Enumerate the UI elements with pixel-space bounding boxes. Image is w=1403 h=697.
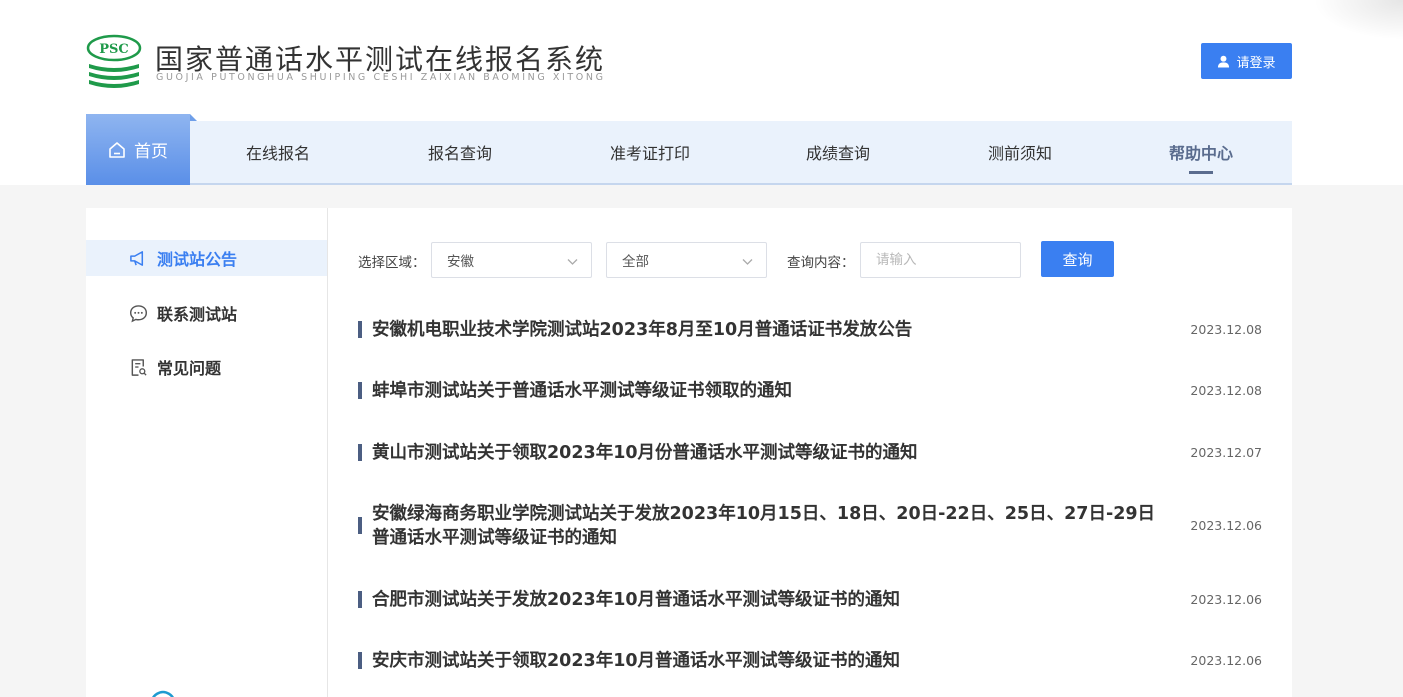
site-subtitle: GUOJIA PUTONGHUA SHUIPING CESHI ZAIXIAN …	[156, 72, 606, 83]
psc-logo[interactable]: PSC	[86, 34, 142, 90]
query-label: 查询内容：	[787, 255, 855, 271]
chat-bubble-icon	[129, 304, 148, 322]
news-title-line-2[interactable]: 普通话水平测试等级证书的通知	[372, 526, 1172, 550]
login-label: 请登录	[1236, 55, 1276, 71]
logo-text: PSC	[99, 42, 129, 57]
nav-online-registration[interactable]: 在线报名	[218, 121, 338, 183]
query-button[interactable]: 查询	[1041, 241, 1114, 277]
nav-registration-query[interactable]: 报名查询	[400, 121, 520, 183]
news-date: 2023.12.06	[1190, 518, 1262, 533]
news-title[interactable]: 合肥市测试站关于发放2023年10月普通话水平测试等级证书的通知	[372, 588, 1172, 612]
news-date: 2023.12.08	[1190, 383, 1262, 398]
news-title[interactable]: 安庆市测试站关于领取2023年10月普通话水平测试等级证书的通知	[372, 649, 1172, 673]
region-label: 选择区域：	[358, 255, 426, 271]
sidebar-item-contact[interactable]: 联系测试站	[86, 295, 327, 331]
news-title-line-1[interactable]: 安徽绿海商务职业学院测试站关于发放2023年10月15日、18日、20日-22日…	[372, 502, 1182, 526]
sub-region-select-value: 全部	[622, 254, 649, 270]
login-button[interactable]: 请登录	[1201, 43, 1292, 79]
sidebar-item-faq[interactable]: 常见问题	[86, 349, 327, 385]
news-date: 2023.12.06	[1190, 592, 1262, 607]
user-icon	[1218, 55, 1230, 68]
nav-home-label: 首页	[134, 142, 168, 162]
content-card: 测试站公告 联系测试站 常见问题 选择区域： 安徽 全部 查询内容： 请输入 查…	[86, 208, 1292, 697]
list-item[interactable]: 蚌埠市测试站关于普通话水平测试等级证书领取的通知 2023.12.08	[358, 379, 1262, 403]
news-date: 2023.12.06	[1190, 653, 1262, 668]
list-item[interactable]: 黄山市测试站关于领取2023年10月份普通话水平测试等级证书的通知 2023.1…	[358, 441, 1262, 465]
sidebar: 测试站公告 联系测试站 常见问题	[86, 208, 328, 697]
chevron-down-icon	[567, 259, 578, 265]
list-item[interactable]: 安徽机电职业技术学院测试站2023年8月至10月普通话证书发放公告 2023.1…	[358, 318, 1262, 342]
home-icon	[109, 141, 125, 158]
list-item[interactable]: 合肥市测试站关于发放2023年10月普通话水平测试等级证书的通知 2023.12…	[358, 588, 1262, 612]
nav-admission-ticket[interactable]: 准考证打印	[580, 121, 720, 183]
list-item-marker	[358, 591, 362, 608]
nav-pre-test-notice[interactable]: 测前须知	[960, 121, 1080, 183]
news-title[interactable]: 蚌埠市测试站关于普通话水平测试等级证书领取的通知	[372, 379, 1172, 403]
list-item-marker	[358, 652, 362, 669]
megaphone-icon	[130, 250, 144, 266]
sidebar-item-label: 联系测试站	[157, 305, 238, 324]
partial-icon	[152, 690, 174, 697]
region-select-value: 安徽	[447, 254, 474, 270]
sidebar-item-label: 常见问题	[157, 359, 222, 378]
main-nav: 首页 在线报名 报名查询 准考证打印 成绩查询 测前须知 帮助中心	[86, 114, 1292, 185]
document-search-icon	[131, 358, 147, 376]
news-date: 2023.12.08	[1190, 322, 1262, 337]
nav-home[interactable]: 首页	[86, 114, 197, 185]
sidebar-item-announcements[interactable]: 测试站公告	[86, 240, 327, 276]
sub-region-select[interactable]: 全部	[606, 242, 767, 278]
chevron-down-icon	[742, 259, 753, 265]
list-item-marker	[358, 382, 362, 399]
nav-active-indicator	[1189, 171, 1213, 174]
sidebar-item-label: 测试站公告	[157, 250, 238, 269]
list-item[interactable]: 安徽绿海商务职业学院测试站关于发放2023年10月15日、18日、20日-22日…	[358, 502, 1262, 550]
news-title[interactable]: 安徽机电职业技术学院测试站2023年8月至10月普通话证书发放公告	[372, 318, 1172, 342]
news-date: 2023.12.07	[1190, 445, 1262, 460]
nav-score-query[interactable]: 成绩查询	[778, 121, 898, 183]
corner-shadow	[1313, 0, 1403, 40]
list-item-marker	[358, 444, 362, 461]
list-item-marker	[358, 517, 362, 534]
region-select[interactable]: 安徽	[431, 242, 592, 278]
news-title[interactable]: 黄山市测试站关于领取2023年10月份普通话水平测试等级证书的通知	[372, 441, 1172, 465]
list-item-marker	[358, 321, 362, 338]
query-input[interactable]	[860, 242, 1021, 278]
list-item[interactable]: 安庆市测试站关于领取2023年10月普通话水平测试等级证书的通知 2023.12…	[358, 649, 1262, 673]
